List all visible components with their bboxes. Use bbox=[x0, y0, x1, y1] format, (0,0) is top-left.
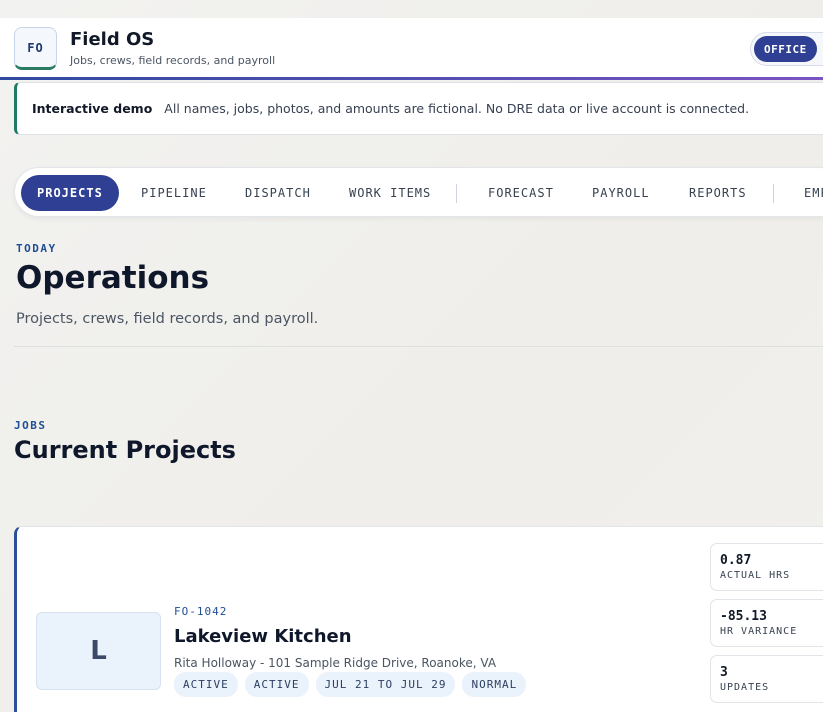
stat-updates: 3 UPDATES bbox=[710, 655, 823, 703]
stat-label: HR VARIANCE bbox=[720, 626, 798, 637]
banner-title: Interactive demo bbox=[32, 101, 153, 116]
app-header: FO Field OS Jobs, crews, field records, … bbox=[0, 18, 823, 80]
stat-label: ACTUAL HRS bbox=[720, 570, 791, 581]
page-title: Operations bbox=[16, 260, 210, 296]
project-tags: ACTIVE ACTIVE JUL 21 TO JUL 29 NORMAL bbox=[174, 672, 527, 697]
tab-pipeline[interactable]: PIPELINE bbox=[141, 175, 207, 211]
banner-text: All names, jobs, photos, and amounts are… bbox=[164, 101, 750, 116]
demo-banner: Interactive demo All names, jobs, photos… bbox=[14, 82, 823, 135]
section-eyebrow: JOBS bbox=[14, 419, 47, 432]
main-nav-tabs: PROJECTS PIPELINE DISPATCH WORK ITEMS FO… bbox=[14, 167, 823, 217]
tab-forecast[interactable]: FORECAST bbox=[488, 175, 554, 211]
app-subtitle: Jobs, crews, field records, and payroll bbox=[70, 54, 276, 67]
page-subtitle: Projects, crews, field records, and payr… bbox=[16, 311, 319, 327]
role-switcher[interactable]: OFFICE bbox=[750, 32, 823, 66]
stat-value: -85.13 bbox=[720, 609, 767, 624]
stat-label: UPDATES bbox=[720, 682, 770, 693]
tab-work-items[interactable]: WORK ITEMS bbox=[349, 175, 431, 211]
role-office-button[interactable]: OFFICE bbox=[754, 36, 817, 62]
app-title: Field OS bbox=[70, 29, 155, 50]
project-id: FO-1042 bbox=[174, 605, 228, 618]
tab-dispatch[interactable]: DISPATCH bbox=[245, 175, 311, 211]
project-avatar: L bbox=[36, 612, 161, 690]
stat-actual-hrs: 0.87 ACTUAL HRS bbox=[710, 543, 823, 591]
app-logo[interactable]: FO bbox=[14, 27, 57, 70]
section-title: Current Projects bbox=[14, 436, 236, 464]
tab-projects[interactable]: PROJECTS bbox=[21, 175, 119, 211]
status-badge: ACTIVE bbox=[174, 672, 238, 697]
project-card[interactable]: L FO-1042 Lakeview Kitchen Rita Holloway… bbox=[14, 526, 823, 712]
tab-divider bbox=[773, 184, 774, 203]
date-range-badge: JUL 21 TO JUL 29 bbox=[315, 672, 456, 697]
stat-value: 0.87 bbox=[720, 553, 752, 568]
project-client-address: Rita Holloway - 101 Sample Ridge Drive, … bbox=[174, 656, 497, 670]
stat-value: 3 bbox=[720, 665, 728, 680]
stage-badge: ACTIVE bbox=[244, 672, 309, 697]
section-divider bbox=[14, 346, 823, 347]
project-name[interactable]: Lakeview Kitchen bbox=[174, 626, 352, 647]
page-eyebrow: TODAY bbox=[16, 242, 57, 255]
tab-payroll[interactable]: PAYROLL bbox=[592, 175, 650, 211]
stat-hr-variance: -85.13 HR VARIANCE bbox=[710, 599, 823, 647]
tab-employees[interactable]: EMP bbox=[804, 175, 823, 211]
tab-reports[interactable]: REPORTS bbox=[689, 175, 747, 211]
priority-badge: NORMAL bbox=[462, 672, 527, 697]
tab-divider bbox=[456, 184, 457, 203]
